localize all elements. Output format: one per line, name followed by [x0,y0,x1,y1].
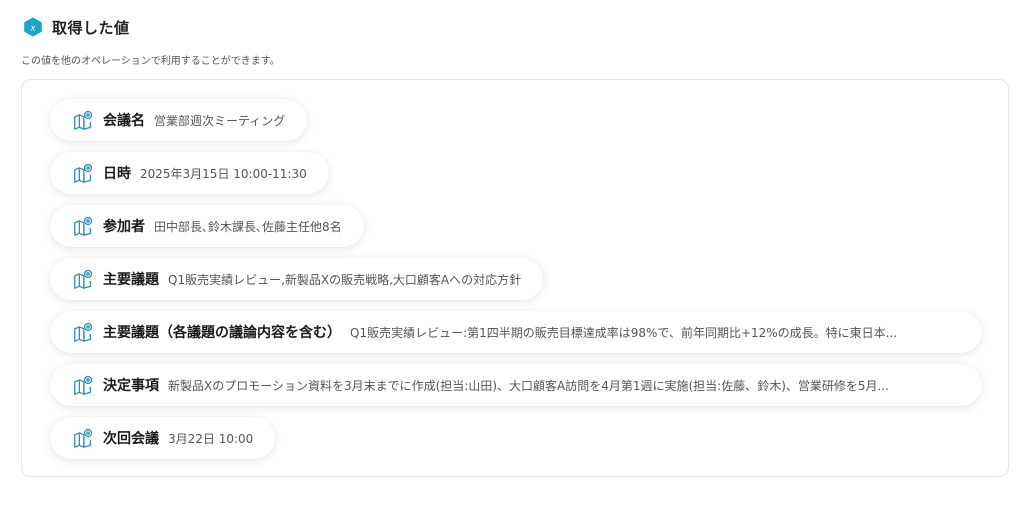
chip-value: 田中部長､鈴木課長､佐藤主任他8名 [154,219,342,234]
chip-value: 2025年3月15日 10:00-11:30 [140,166,307,181]
svg-text:x: x [30,23,36,33]
chip-value: Q1販売実績レビュー,新製品Xの販売戦略,大口顧客Aへの対応方針 [168,272,522,287]
chip-label: 主要議題（各議題の議論内容を含む） [103,325,341,341]
chip-label: 参加者 [103,219,145,235]
chip-value: 新製品Xのプロモーション資料を3月末までに作成(担当:山田)、大口顧客A訪問を4… [168,378,889,393]
section-header: x 取得した値 [22,16,130,38]
book-pin-icon [74,322,93,342]
value-chip-meeting-name[interactable]: 会議名 営業部週次ミーティング [50,99,308,141]
value-chip-next-meeting[interactable]: 次回会議 3月22日 10:00 [50,417,276,459]
value-chip-decisions[interactable]: 決定事項 新製品Xのプロモーション資料を3月末までに作成(担当:山田)、大口顧客… [50,364,982,406]
value-chip-main-topics[interactable]: 主要議題 Q1販売実績レビュー,新製品Xの販売戦略,大口顧客Aへの対応方針 [50,258,544,300]
value-chip-datetime[interactable]: 日時 2025年3月15日 10:00-11:30 [50,152,329,194]
book-pin-icon [74,375,93,395]
book-pin-icon [74,269,93,289]
chip-value: 3月22日 10:00 [168,431,254,446]
chip-label: 次回会議 [103,431,159,447]
book-pin-icon [74,163,93,183]
chip-value: 営業部週次ミーティング [154,113,286,128]
values-panel: 会議名 営業部週次ミーティング 日時 2025年3月15日 10:00-11:3… [21,79,1009,477]
page-title: 取得した値 [52,18,130,37]
chip-label: 会議名 [103,113,145,129]
chip-value: Q1販売実績レビュー:第1四半期の販売目標達成率は98%で、前年同期比+12%の… [350,325,898,340]
page-subtitle: この値を他のオペレーションで利用することができます。 [21,56,280,67]
chip-label: 主要議題 [103,272,159,288]
value-chip-participants[interactable]: 参加者 田中部長､鈴木課長､佐藤主任他8名 [50,205,364,247]
value-chip-main-topics-detail[interactable]: 主要議題（各議題の議論内容を含む） Q1販売実績レビュー:第1四半期の販売目標達… [50,311,982,353]
variable-hex-icon: x [24,17,42,37]
book-pin-icon [74,428,93,448]
book-pin-icon [74,110,93,130]
book-pin-icon [74,216,93,236]
chip-label: 決定事項 [103,378,159,394]
chip-label: 日時 [103,166,131,182]
